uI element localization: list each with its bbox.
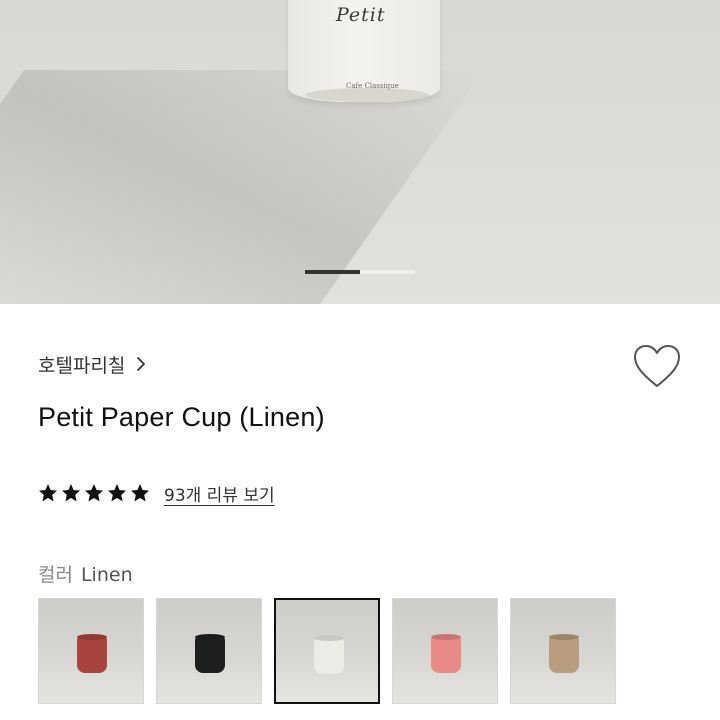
- brand-link[interactable]: 호텔파리칠: [38, 348, 151, 380]
- star-icon: [39, 484, 57, 502]
- carousel-progress-indicator: [305, 270, 360, 274]
- cup-print-logo: Petit: [336, 4, 386, 26]
- carousel-progress-bar: [305, 270, 415, 274]
- star-icon: [131, 484, 149, 502]
- star-icon: [85, 484, 103, 502]
- reviews-link[interactable]: 93개 리뷰 보기: [164, 481, 275, 506]
- color-swatch[interactable]: [274, 598, 380, 704]
- color-selected-value: Linen: [80, 564, 133, 586]
- cup-print-subtext: Cafe Classique: [346, 82, 399, 90]
- color-swatch[interactable]: [156, 598, 262, 704]
- color-swatch[interactable]: [392, 598, 498, 704]
- swatch-cup-image: [431, 637, 461, 673]
- product-title: Petit Paper Cup (Linen): [38, 402, 325, 432]
- star-rating: [38, 483, 150, 503]
- swatch-cup-image: [195, 637, 225, 673]
- swatch-cup-image: [549, 637, 579, 673]
- cup-shadow: [0, 70, 485, 304]
- color-swatch[interactable]: [510, 598, 616, 704]
- chevron-right-icon: [137, 357, 146, 371]
- rating-row: 93개 리뷰 보기: [38, 480, 275, 506]
- heart-outline-icon[interactable]: [632, 344, 682, 390]
- color-option-header: 컬러 Linen: [38, 560, 133, 587]
- color-swatch[interactable]: [38, 598, 144, 704]
- product-image-carousel[interactable]: Petit Cafe Classique: [0, 0, 720, 304]
- star-icon: [62, 484, 80, 502]
- star-icon: [108, 484, 126, 502]
- brand-name: 호텔파리칠: [38, 354, 126, 377]
- swatch-cup-image: [314, 638, 344, 674]
- swatch-cup-image: [77, 637, 107, 673]
- color-swatch-list: [38, 598, 720, 708]
- color-label: 컬러: [38, 564, 73, 586]
- cup-base: [305, 88, 429, 102]
